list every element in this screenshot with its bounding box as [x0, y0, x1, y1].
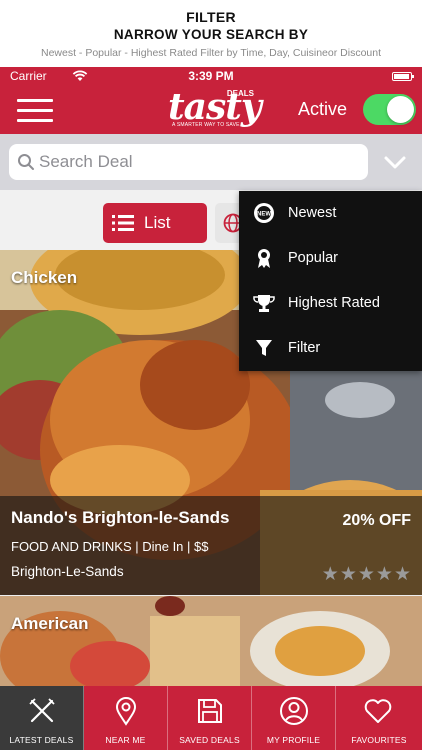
tab-saved-deals[interactable]: SAVED DEALS [168, 686, 252, 750]
dropdown-item-label: Popular [288, 250, 338, 266]
deal-name: Nando's Brighton-le-Sands [11, 508, 230, 527]
deal-discount-badge: 20% OFF [342, 512, 411, 529]
search-icon [17, 153, 35, 176]
star-icon: ★ [393, 564, 411, 585]
tab-my-profile[interactable]: MY PROFILE [252, 686, 336, 750]
bottom-tab-bar: LATEST DEALS NEAR ME SAVED DEALS MY PROF… [0, 686, 422, 750]
promo-title: FILTER [186, 9, 236, 25]
deal-photo [0, 596, 422, 688]
promo-description: Newest - Popular - Highest Rated Filter … [40, 47, 381, 59]
deal-category-title: American [11, 614, 89, 633]
hamburger-menu-icon[interactable] [17, 99, 53, 123]
active-toggle-switch[interactable] [363, 94, 416, 125]
tab-favourites[interactable]: FAVOURITES [336, 686, 422, 750]
list-icon [112, 213, 134, 238]
dropdown-item-label: Filter [288, 340, 321, 356]
chevron-down-icon[interactable] [381, 148, 409, 176]
search-bar [0, 134, 422, 190]
search-field-container[interactable] [9, 144, 368, 180]
tab-label: SAVED DEALS [179, 735, 240, 745]
promo-subtitle: NARROW YOUR SEARCH BY [113, 27, 309, 42]
star-icon: ★ [321, 564, 339, 585]
status-bar: Carrier 3:39 PM [0, 67, 422, 86]
logo-badge: DEALS [226, 89, 254, 98]
trophy-icon [253, 292, 275, 314]
star-icon: ★ [375, 564, 393, 585]
floppy-disk-icon [195, 696, 225, 726]
active-label: Active [298, 99, 348, 119]
dropdown-item-popular[interactable]: Popular [239, 236, 422, 281]
location-pin-icon [111, 696, 141, 726]
tasty-deals-logo: tasty DEALS A SMARTER WAY TO SAVE [168, 88, 262, 132]
promo-header: FILTER NARROW YOUR SEARCH BY Newest - Po… [0, 0, 422, 67]
star-icon: ★ [357, 564, 375, 585]
list-view-button[interactable]: List [103, 203, 207, 243]
heart-icon [363, 696, 393, 726]
sort-dropdown-menu: NEW Newest Popular Highest Rated Filter [239, 191, 422, 371]
search-input[interactable] [39, 144, 359, 180]
deal-card[interactable]: American [0, 596, 422, 688]
award-ribbon-icon [253, 247, 275, 269]
dropdown-item-filter[interactable]: Filter [239, 326, 422, 371]
dropdown-item-label: Highest Rated [288, 295, 380, 311]
dropdown-item-highest-rated[interactable]: Highest Rated [239, 281, 422, 326]
deal-info-overlay: Nando's Brighton-le-Sands 20% OFF FOOD A… [0, 496, 422, 595]
tab-label: LATEST DEALS [9, 735, 74, 745]
list-view-label: List [144, 213, 171, 232]
tab-label: NEAR ME [105, 735, 146, 745]
fork-knife-icon [27, 696, 57, 726]
rating-stars: ★★★★★ [321, 563, 411, 586]
deal-location: Brighton-Le-Sands [11, 564, 124, 579]
app-screen: Carrier 3:39 PM tasty DEALS A SMARTER WA… [0, 67, 422, 750]
tab-latest-deals[interactable]: LATEST DEALS [0, 686, 84, 750]
dropdown-item-newest[interactable]: NEW Newest [239, 191, 422, 236]
tab-near-me[interactable]: NEAR ME [84, 686, 168, 750]
new-badge-icon: NEW [253, 202, 275, 224]
dropdown-item-label: Newest [288, 205, 337, 221]
top-nav-bar: tasty DEALS A SMARTER WAY TO SAVE Active [0, 86, 422, 134]
tab-label: FAVOURITES [351, 735, 407, 745]
battery-icon [392, 72, 414, 81]
status-time: 3:39 PM [188, 69, 234, 83]
toggle-knob [387, 96, 414, 123]
deal-meta: FOOD AND DRINKS | Dine In | $$ [11, 539, 209, 554]
logo-tagline: A SMARTER WAY TO SAVE [172, 122, 240, 128]
tab-label: MY PROFILE [266, 735, 321, 745]
user-icon [279, 696, 309, 726]
svg-text:NEW: NEW [257, 212, 271, 218]
star-icon: ★ [339, 564, 357, 585]
deal-category-title: Chicken [11, 268, 78, 287]
funnel-icon [253, 337, 275, 359]
